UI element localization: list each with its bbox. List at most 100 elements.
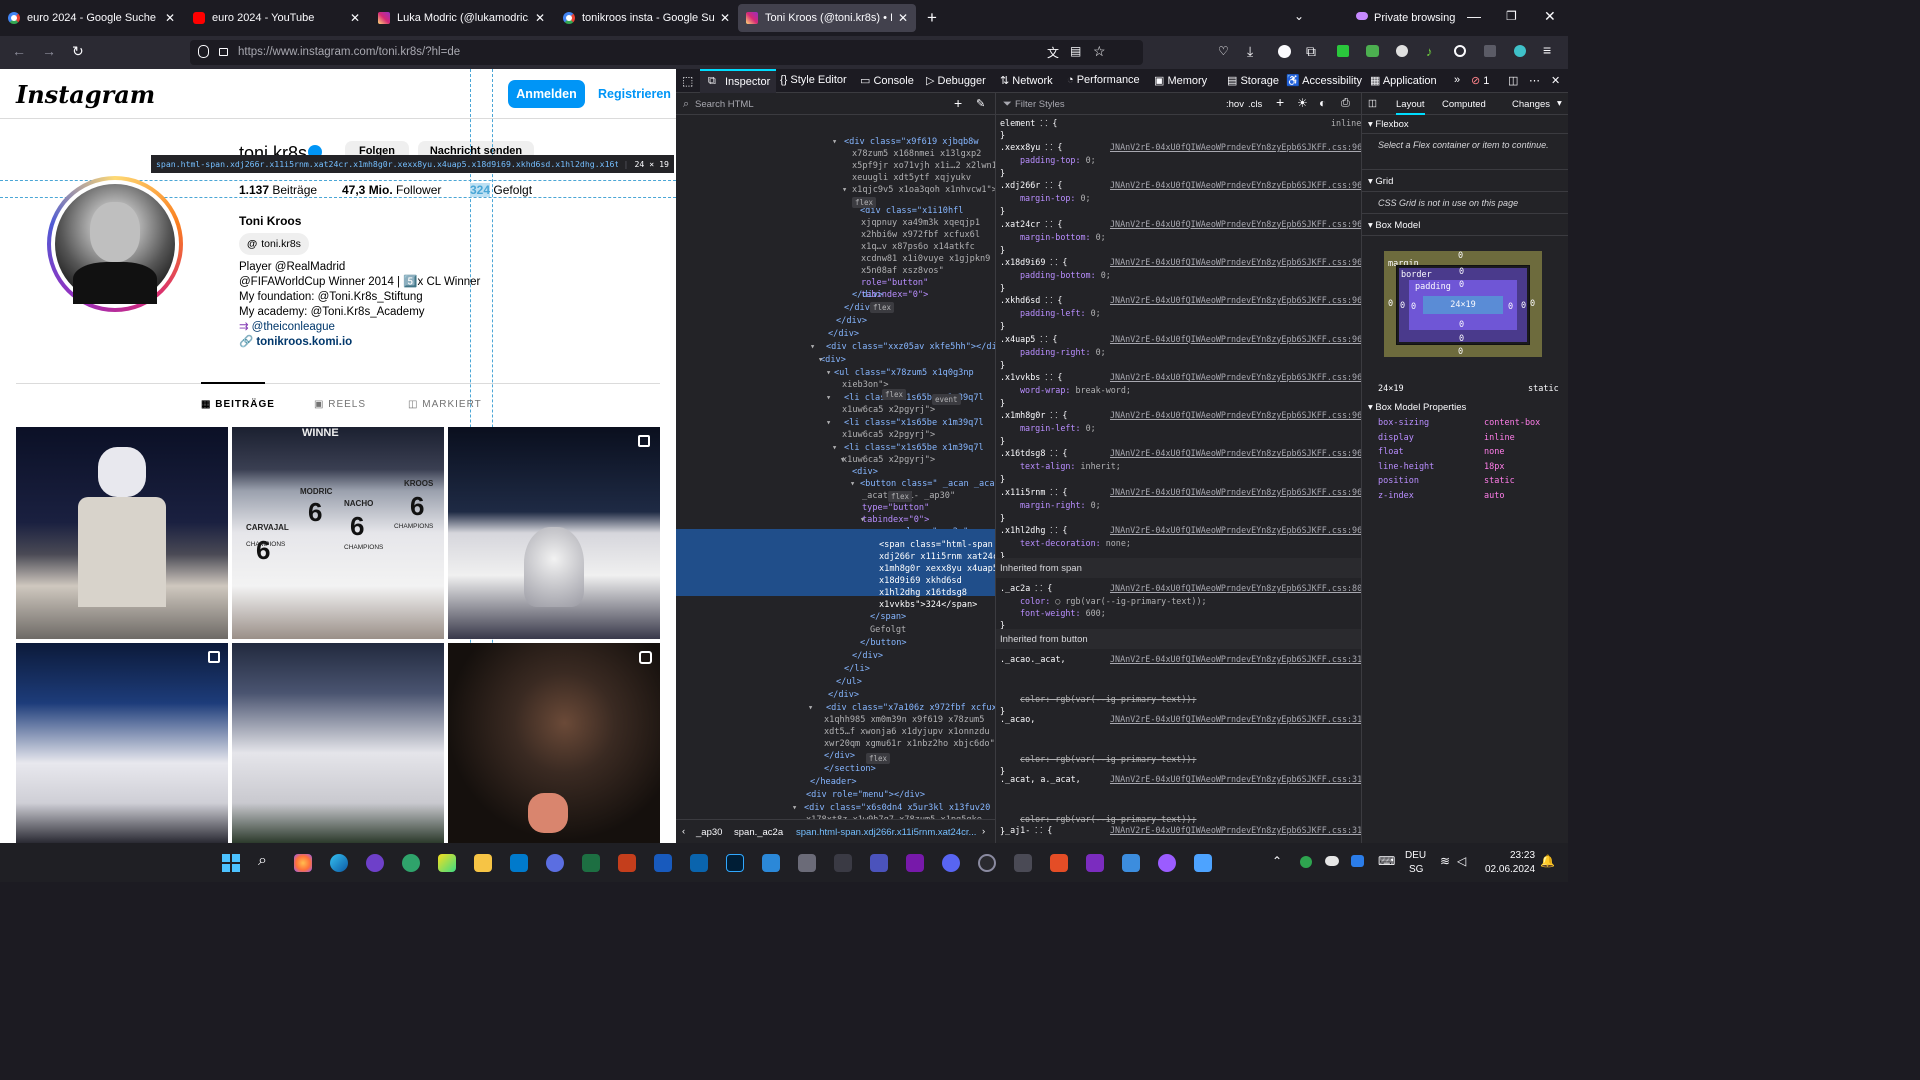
tab-modric-instagram[interactable]: Luka Modric (@lukamodric10) · I ✕ (370, 4, 553, 32)
css-rule-text[interactable]: margin-top: 0; (1020, 193, 1091, 203)
post-thumbnail-trophy[interactable] (448, 427, 660, 639)
app-icon[interactable] (1194, 854, 1212, 872)
markup-line[interactable]: </div> (852, 651, 883, 662)
login-button[interactable]: Anmelden (508, 80, 585, 108)
markup-line[interactable]: role="button" (861, 278, 928, 289)
notepad-icon[interactable] (1122, 854, 1140, 872)
markup-line[interactable]: x1uw6ca5 x2pgyrj"> (842, 430, 935, 441)
store-icon[interactable] (762, 854, 780, 872)
markup-line[interactable]: xjqpnuy xa49m3k xqeqjp1 (861, 218, 980, 229)
flex-badge[interactable]: flex (882, 389, 907, 400)
expand-arrow-icon[interactable]: ▾ (818, 355, 823, 366)
github-desktop-icon[interactable] (366, 854, 384, 872)
css-rule-text[interactable]: } (1000, 168, 1005, 178)
extension-icon[interactable] (1396, 45, 1408, 57)
downloads-icon[interactable]: ⤓ (1247, 43, 1253, 60)
css-rule-text[interactable]: margin-bottom: 0; (1020, 232, 1106, 242)
markup-line[interactable]: x1qhh985 xm0m39n x9f619 x78zum5 (824, 715, 984, 726)
clock-time[interactable]: 23:23 (1510, 850, 1535, 861)
markup-line[interactable]: <div> (852, 467, 878, 478)
close-tab-icon[interactable]: ✕ (535, 11, 545, 25)
breadcrumb-item[interactable]: span._ac2a (734, 827, 783, 838)
file-explorer-icon[interactable] (474, 854, 492, 872)
tab-console[interactable]: ▭ Console (860, 74, 914, 87)
css-rule-text[interactable]: } (1000, 206, 1005, 216)
css-rule-text[interactable]: .x1hl2dhg ⸬ { (1000, 525, 1067, 535)
dark-scheme-icon[interactable]: ◐ (1319, 96, 1326, 110)
markup-line[interactable]: x5pf9jr xo71vjh x1i…2 x2lwn1j (852, 161, 995, 172)
css-rule-text[interactable]: JNAnV2rE-04xU0fQIWAeoWPrndevEYn8zyEpb6SJ… (1110, 180, 1361, 190)
edge-icon[interactable] (330, 854, 348, 872)
flex-badge[interactable]: event (932, 394, 961, 405)
css-rule-text[interactable]: JNAnV2rE-04xU0fQIWAeoWPrndevEYn8zyEpb6SJ… (1110, 257, 1361, 267)
css-rule-text[interactable]: ._acat, a._acat, (1000, 774, 1081, 784)
markup-line[interactable]: </span> (870, 612, 906, 623)
markup-line[interactable]: xdt5…f xwonja6 x1dyjupv x1onnzdu (824, 727, 990, 738)
css-rule-text[interactable]: text-align: inherit; (1020, 461, 1121, 471)
following-stat[interactable]: 324 Gefolgt (470, 183, 532, 197)
flex-badge[interactable]: flex (866, 753, 891, 764)
css-rule-text[interactable]: } (1000, 130, 1005, 140)
onenote-icon[interactable] (906, 854, 924, 872)
expand-arrow-icon[interactable]: ▾ (810, 342, 815, 353)
app-icon[interactable] (798, 854, 816, 872)
markup-line[interactable]: <div class="x1i10hfl (860, 206, 963, 217)
url-text[interactable]: https://www.instagram.com/toni.kr8s/?hl=… (238, 46, 460, 58)
tray-app-icon[interactable] (1351, 855, 1364, 867)
extension-icon[interactable] (1514, 45, 1526, 57)
css-rule-text[interactable]: element ⸬ { (1000, 118, 1057, 128)
extension-icon[interactable] (1366, 45, 1379, 57)
more-panels-icon[interactable]: ▾ (1557, 98, 1562, 109)
css-rule-text[interactable]: ._acao, (1000, 714, 1035, 724)
tab-debugger[interactable]: ▷ Debugger (926, 74, 986, 87)
tab-storage[interactable]: ▤ Storage (1227, 74, 1279, 87)
markup-line[interactable]: x1qjc9v5 x1oa3qoh x1nhvcw1"> (852, 185, 995, 196)
flex-badge[interactable]: flex (888, 491, 913, 502)
reload-icon[interactable]: ↻ (72, 43, 84, 60)
css-rule-text[interactable]: color: rgb(var(--ig-primary-text)); (1020, 754, 1196, 764)
list-tabs-chevron-icon[interactable]: ⌄ (1294, 9, 1304, 23)
flex-badge[interactable]: flex (870, 302, 895, 313)
css-rule-text[interactable]: .xexx8yu ⸬ { (1000, 142, 1062, 152)
tab-computed[interactable]: Computed (1442, 99, 1486, 110)
extension-icon[interactable] (1484, 45, 1496, 57)
add-rule-icon[interactable]: + (1276, 94, 1284, 110)
box-model-section-header[interactable]: ▾ Box Model (1368, 220, 1420, 231)
app-icon[interactable] (1050, 854, 1068, 872)
css-rule-text[interactable]: margin-right: 0; (1020, 500, 1101, 510)
markup-line[interactable]: x18d9i69 xkhd6sd (879, 576, 962, 587)
css-rule-text[interactable]: .x11i5rnm ⸬ { (1000, 487, 1067, 497)
app-icon[interactable] (834, 854, 852, 872)
url-bar[interactable]: https://www.instagram.com/toni.kr8s/?hl=… (190, 40, 1143, 65)
css-rule-text[interactable]: ._aj1- ⸬ { (1000, 825, 1052, 835)
tab-tagged[interactable]: ◫ MARKIERT (408, 399, 482, 410)
expand-arrow-icon[interactable]: ▾ (832, 137, 837, 148)
expand-arrow-icon[interactable]: ▾ (842, 185, 847, 196)
tray-chevron-icon[interactable]: ⌃ (1272, 854, 1282, 868)
close-tab-icon[interactable]: ✕ (720, 11, 730, 25)
markup-line[interactable]: x1uw6ca5 x2pgyrj"> (842, 405, 935, 416)
volume-icon[interactable]: ◁ (1457, 854, 1466, 868)
dock-side-icon[interactable]: ◫ (1508, 74, 1518, 87)
tab-performance[interactable]: ◔ Performance (1067, 74, 1140, 86)
new-tab-icon[interactable]: + (927, 8, 937, 28)
css-rule-text[interactable]: } (1000, 474, 1005, 484)
vscode-icon[interactable] (510, 854, 528, 872)
clock-date[interactable]: 02.06.2024 (1485, 864, 1535, 875)
expand-arrow-icon[interactable]: ▾ (826, 368, 831, 379)
markup-line[interactable]: <div class="xxz05av xkfe5hh"></div> (826, 342, 995, 353)
grid-section-header[interactable]: ▾ Grid (1368, 176, 1393, 187)
tab-application[interactable]: ▦ Application (1370, 74, 1437, 87)
flex-badge[interactable]: flex (852, 197, 877, 208)
tab-layout[interactable]: Layout (1396, 99, 1425, 115)
markup-line[interactable]: </li> (844, 664, 870, 675)
app-icon[interactable] (978, 854, 996, 872)
css-rule-text[interactable]: color: rgb(var(--ig-primary-text)); (1020, 814, 1196, 824)
markup-line[interactable]: <div> (820, 355, 846, 366)
markup-line[interactable]: x1hl2dhg x16tdsg8 (879, 588, 967, 599)
app-icon[interactable] (546, 854, 564, 872)
css-rule-text[interactable]: JNAnV2rE-04xU0fQIWAeoWPrndevEYn8zyEpb6SJ… (1110, 295, 1361, 305)
css-rule-text[interactable]: .xat24cr ⸬ { (1000, 219, 1062, 229)
tray-app-icon[interactable] (1300, 856, 1312, 868)
markup-line[interactable]: <li class="x1s65be x1m39q7l (844, 393, 984, 404)
